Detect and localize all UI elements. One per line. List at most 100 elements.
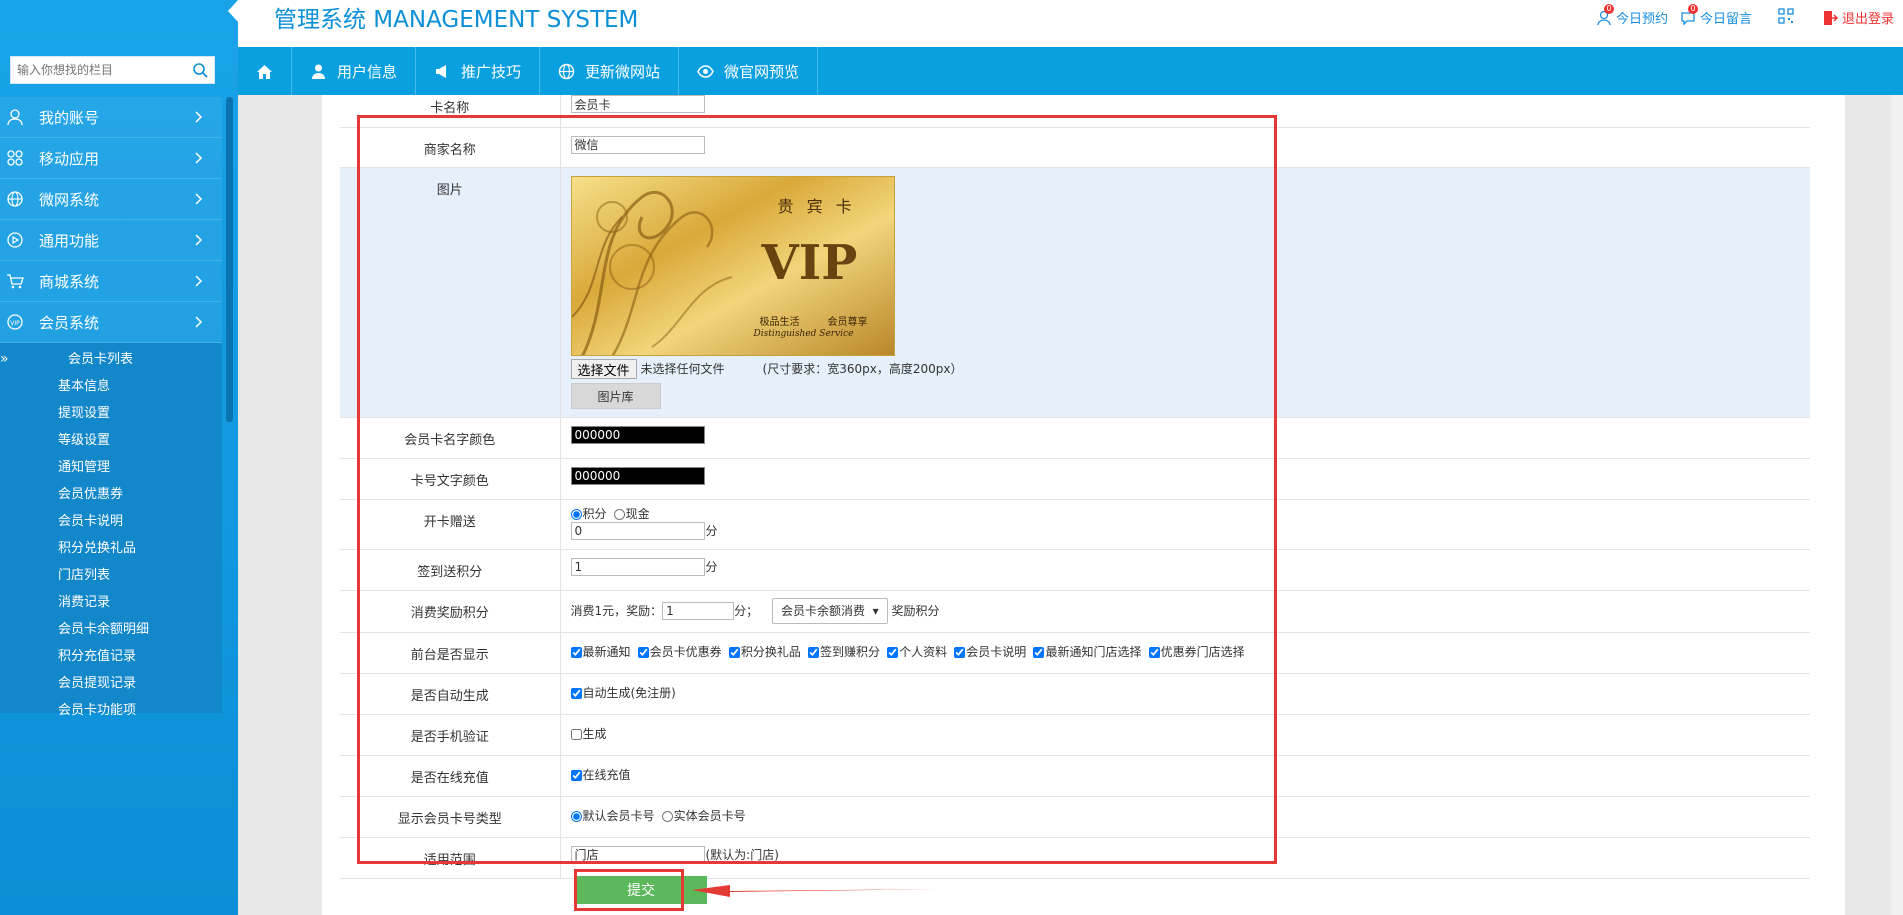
field-label: 签到送积分 (340, 549, 561, 591)
user-icon (7, 109, 23, 126)
nav-home[interactable] (238, 47, 292, 95)
sub-item-basic-info[interactable]: 基本信息 (0, 373, 222, 400)
image-library-button[interactable]: 图片库 (570, 382, 661, 409)
front-opt-signin[interactable]: 签到赚积分 (807, 645, 880, 659)
sub-item-withdraw-settings[interactable]: 提现设置 (0, 400, 222, 427)
card-slogan-1: 极品生活 (759, 316, 800, 328)
nav-site-preview[interactable]: 微官网预览 (679, 47, 819, 95)
sub-item-consume-log[interactable]: 消费记录 (0, 589, 222, 616)
online-recharge-checkbox[interactable]: 在线充值 (570, 768, 631, 782)
gift-cash-radio[interactable]: 现金 (613, 507, 650, 521)
sub-item-card-desc[interactable]: 会员卡说明 (0, 508, 222, 535)
link-label: 今日留言 (1700, 12, 1753, 27)
sidebar-menu: 我的账号 移动应用 微网系统 通用功能 商城系统 VIP 会员系统 » 会员卡列… (0, 97, 222, 718)
consume-mid: 分； (734, 603, 759, 618)
chevron-right-icon (195, 316, 203, 328)
sidebar-item-label: 微网系统 (39, 190, 100, 209)
auto-generate-checkbox[interactable]: 自动生成(免注册) (570, 686, 676, 700)
front-opt-coupon-store[interactable]: 优惠券门店选择 (1148, 645, 1245, 659)
brand-title: 管理系统 MANAGEMENT SYSTEM (274, 7, 639, 33)
front-opt-notice[interactable]: 最新通知 (570, 645, 631, 659)
sub-item-withdraw-log[interactable]: 会员提现记录 (0, 670, 222, 697)
front-opt-coupon[interactable]: 会员卡优惠券 (637, 645, 722, 659)
sub-item-card-features[interactable]: 会员卡功能项 (0, 697, 222, 724)
search-input[interactable] (11, 57, 181, 83)
sub-item-points-recharge[interactable]: 积分充值记录 (0, 643, 222, 670)
field-label: 开卡赠送 (340, 499, 561, 550)
open-gift-input[interactable] (570, 521, 705, 540)
front-opt-notice-store[interactable]: 最新通知门店选择 (1033, 645, 1141, 659)
today-appointments-link[interactable]: 0 今日预约 (1596, 3, 1668, 27)
sub-item-gifts[interactable]: 积分兑换礼品 (0, 535, 222, 562)
file-status: 未选择任何文件 (640, 362, 725, 376)
number-color-input[interactable] (570, 466, 705, 485)
sidebar-item-mall[interactable]: 商城系统 (0, 261, 222, 302)
field-label: 卡名称 (340, 95, 561, 128)
row-number-color: 卡号文字颜色 (340, 458, 1810, 500)
type-default-radio[interactable]: 默认会员卡号 (570, 809, 655, 823)
type-physical-radio[interactable]: 实体会员卡号 (661, 809, 746, 823)
sub-item-notice[interactable]: 通知管理 (0, 454, 222, 481)
sub-item-balance-detail[interactable]: 会员卡余额明细 (0, 616, 222, 643)
sidebar-item-member[interactable]: VIP 会员系统 (0, 302, 222, 343)
sidebar-item-account[interactable]: 我的账号 (0, 97, 222, 138)
sidebar-item-label: 我的账号 (39, 108, 100, 127)
nav-label: 用户信息 (337, 62, 398, 81)
front-opt-card-desc[interactable]: 会员卡说明 (954, 645, 1026, 659)
page-scrollbar[interactable] (1891, 95, 1903, 915)
nav-promo-tips[interactable]: 推广技巧 (416, 47, 541, 95)
row-open-gift: 开卡赠送 积分 现金 分 (340, 499, 1810, 550)
sidebar-item-mobile[interactable]: 移动应用 (0, 138, 222, 179)
field-label: 是否自动生成 (340, 673, 561, 715)
field-label: 是否在线充值 (340, 755, 561, 797)
scope-input[interactable] (570, 845, 705, 864)
sub-item-card-list[interactable]: » 会员卡列表 (0, 346, 222, 373)
qrcode-link[interactable] (1778, 8, 1794, 24)
chevron-right-icon (195, 275, 203, 287)
name-color-input[interactable] (570, 425, 705, 444)
today-messages-link[interactable]: 0 今日留言 (1680, 3, 1753, 27)
row-image: 图片 贵 宾 卡 VIP 极品生活 会员尊享 Distinguished Ser… (340, 167, 1810, 418)
signin-points-input[interactable] (570, 557, 705, 576)
field-label: 卡号文字颜色 (340, 458, 561, 500)
row-merchant: 商家名称 (340, 127, 1810, 168)
apps-icon (7, 150, 23, 166)
front-opt-profile[interactable]: 个人资料 (887, 645, 947, 659)
consume-type-select[interactable]: 会员卡余额消费 ▾ (771, 597, 888, 624)
top-navbar: 用户信息 推广技巧 更新微网站 微官网预览 (238, 47, 1903, 95)
sub-item-level-settings[interactable]: 等级设置 (0, 427, 222, 454)
row-online-recharge: 是否在线充值 在线充值 (340, 755, 1810, 797)
sidebar-item-common[interactable]: 通用功能 (0, 220, 222, 261)
user-icon (312, 64, 325, 79)
row-front-display: 前台是否显示 最新通知 会员卡优惠券 积分换礼品 签到赚积分 个人资料 会员卡说… (340, 632, 1810, 674)
svg-text:VIP: VIP (10, 320, 20, 327)
phone-verify-checkbox[interactable]: 生成 (570, 727, 607, 741)
sidebar-item-website[interactable]: 微网系统 (0, 179, 222, 220)
search-box[interactable] (10, 56, 215, 84)
front-opt-gift[interactable]: 积分换礼品 (728, 645, 801, 659)
sub-item-coupons[interactable]: 会员优惠券 (0, 481, 222, 508)
field-label: 会员卡名字颜色 (340, 417, 561, 459)
megaphone-icon (436, 64, 447, 78)
globe-icon (7, 191, 23, 207)
unit-label: 分 (705, 523, 718, 538)
logout-link[interactable]: 退出登录 (1822, 8, 1894, 27)
submit-button[interactable]: 提交 (575, 876, 707, 904)
merchant-name-input[interactable] (570, 135, 705, 154)
nav-user-info[interactable]: 用户信息 (292, 47, 417, 95)
row-card-name: 卡名称 (340, 95, 1810, 128)
card-slogan-2: 会员尊享 (827, 316, 868, 328)
globe-icon (558, 63, 575, 79)
nav-update-site[interactable]: 更新微网站 (540, 47, 680, 95)
sidebar-item-label: 通用功能 (39, 231, 100, 250)
card-vip-text: VIP (761, 234, 858, 291)
gift-points-radio[interactable]: 积分 (570, 507, 607, 521)
sidebar-scrollbar[interactable] (226, 97, 233, 422)
sub-item-stores[interactable]: 门店列表 (0, 562, 222, 589)
choose-file-button[interactable]: 选择文件 (570, 358, 637, 379)
consume-reward-input[interactable] (662, 601, 735, 620)
sub-item-label: 会员卡列表 (68, 352, 134, 367)
main-content: 卡名称 商家名称 图片 (322, 95, 1845, 915)
card-name-input[interactable] (570, 95, 705, 113)
search-icon[interactable] (192, 62, 208, 78)
